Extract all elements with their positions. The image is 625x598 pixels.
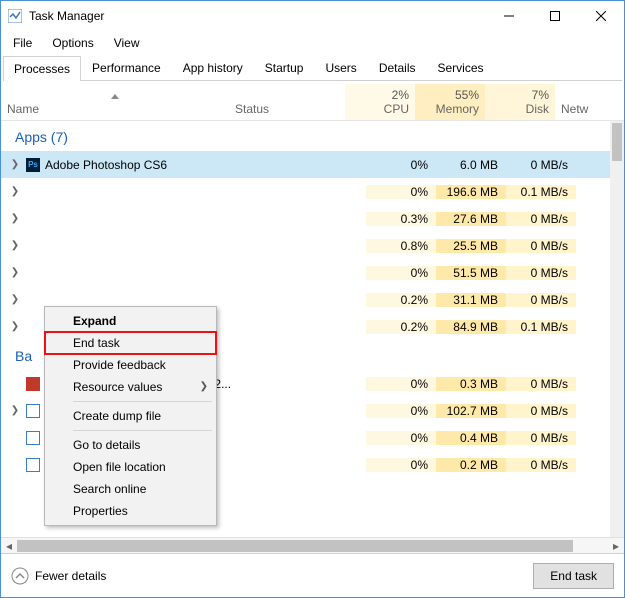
app-icon	[25, 376, 41, 392]
tab-app-history[interactable]: App history	[172, 55, 254, 80]
menu-bar: File Options View	[1, 31, 624, 55]
ctx-open-location[interactable]: Open file location	[45, 456, 216, 478]
process-row[interactable]: ❯ 0% 51.5 MB 0 MB/s	[1, 259, 610, 286]
process-row[interactable]: ❯ 0.3% 27.6 MB 0 MB/s	[1, 205, 610, 232]
maximize-button[interactable]	[532, 1, 578, 31]
process-row-photoshop[interactable]: ❯ Ps Adobe Photoshop CS6 0% 6.0 MB 0 MB/…	[1, 151, 610, 178]
process-row[interactable]: ❯ 0% 196.6 MB 0.1 MB/s	[1, 178, 610, 205]
scroll-right-icon[interactable]: ▸	[608, 539, 624, 553]
col-name[interactable]: Name	[1, 87, 229, 120]
scroll-left-icon[interactable]: ◂	[1, 539, 17, 553]
col-disk[interactable]: 7% Disk	[485, 84, 555, 120]
scrollbar-thumb[interactable]	[612, 123, 622, 161]
end-task-button[interactable]: End task	[533, 563, 614, 589]
submenu-arrow-icon: ❯	[200, 381, 208, 392]
menu-view[interactable]: View	[108, 33, 146, 53]
expand-icon[interactable]: ❯	[7, 213, 23, 224]
tab-performance[interactable]: Performance	[81, 55, 172, 80]
sort-indicator-icon	[7, 91, 223, 102]
ctx-search-online[interactable]: Search online	[45, 478, 216, 500]
col-status[interactable]: Status	[229, 98, 345, 120]
expand-icon[interactable]: ❯	[7, 267, 23, 278]
expand-icon[interactable]: ❯	[7, 240, 23, 251]
expand-icon[interactable]: ❯	[7, 405, 23, 416]
window-title: Task Manager	[29, 9, 486, 23]
app-icon	[25, 457, 41, 473]
context-menu: Expand End task Provide feedback Resourc…	[44, 306, 217, 526]
separator	[73, 430, 212, 431]
task-manager-icon	[7, 8, 23, 24]
tab-bar: Processes Performance App history Startu…	[3, 55, 622, 81]
ctx-details[interactable]: Go to details	[45, 434, 216, 456]
tab-services[interactable]: Services	[427, 55, 495, 80]
tab-startup[interactable]: Startup	[254, 55, 315, 80]
scrollbar-thumb[interactable]	[17, 540, 573, 552]
minimize-button[interactable]	[486, 1, 532, 31]
tab-users[interactable]: Users	[314, 55, 367, 80]
tab-processes[interactable]: Processes	[3, 56, 81, 81]
process-row[interactable]: ❯ 0.8% 25.5 MB 0 MB/s	[1, 232, 610, 259]
ctx-resource-values[interactable]: Resource values❯	[45, 376, 216, 398]
expand-icon[interactable]: ❯	[7, 321, 23, 332]
tab-details[interactable]: Details	[368, 55, 427, 80]
vertical-scrollbar[interactable]	[610, 121, 624, 537]
expand-icon[interactable]: ❯	[7, 294, 23, 305]
fewer-details-button[interactable]: Fewer details	[11, 567, 106, 585]
menu-file[interactable]: File	[7, 33, 38, 53]
ctx-properties[interactable]: Properties	[45, 500, 216, 522]
close-button[interactable]	[578, 1, 624, 31]
ctx-expand[interactable]: Expand	[45, 310, 216, 332]
expand-icon[interactable]: ❯	[7, 159, 23, 170]
app-icon-photoshop: Ps	[25, 157, 41, 173]
separator	[73, 401, 212, 402]
app-icon	[25, 403, 41, 419]
title-bar: Task Manager	[1, 1, 624, 31]
col-network[interactable]: Netw	[555, 84, 589, 120]
footer: Fewer details End task	[1, 553, 624, 597]
section-apps: Apps (7)	[1, 121, 610, 151]
column-headers: Name Status 2% CPU 55% Memory 7% Disk Ne…	[1, 81, 624, 121]
ctx-dump[interactable]: Create dump file	[45, 405, 216, 427]
col-cpu[interactable]: 2% CPU	[345, 84, 415, 120]
ctx-feedback[interactable]: Provide feedback	[45, 354, 216, 376]
menu-options[interactable]: Options	[46, 33, 99, 53]
ctx-end-task[interactable]: End task	[45, 332, 216, 354]
expand-icon[interactable]: ❯	[7, 186, 23, 197]
chevron-up-circle-icon	[11, 567, 29, 585]
horizontal-scrollbar[interactable]: ◂ ▸	[1, 537, 624, 553]
app-icon	[25, 430, 41, 446]
col-memory[interactable]: 55% Memory	[415, 84, 485, 120]
